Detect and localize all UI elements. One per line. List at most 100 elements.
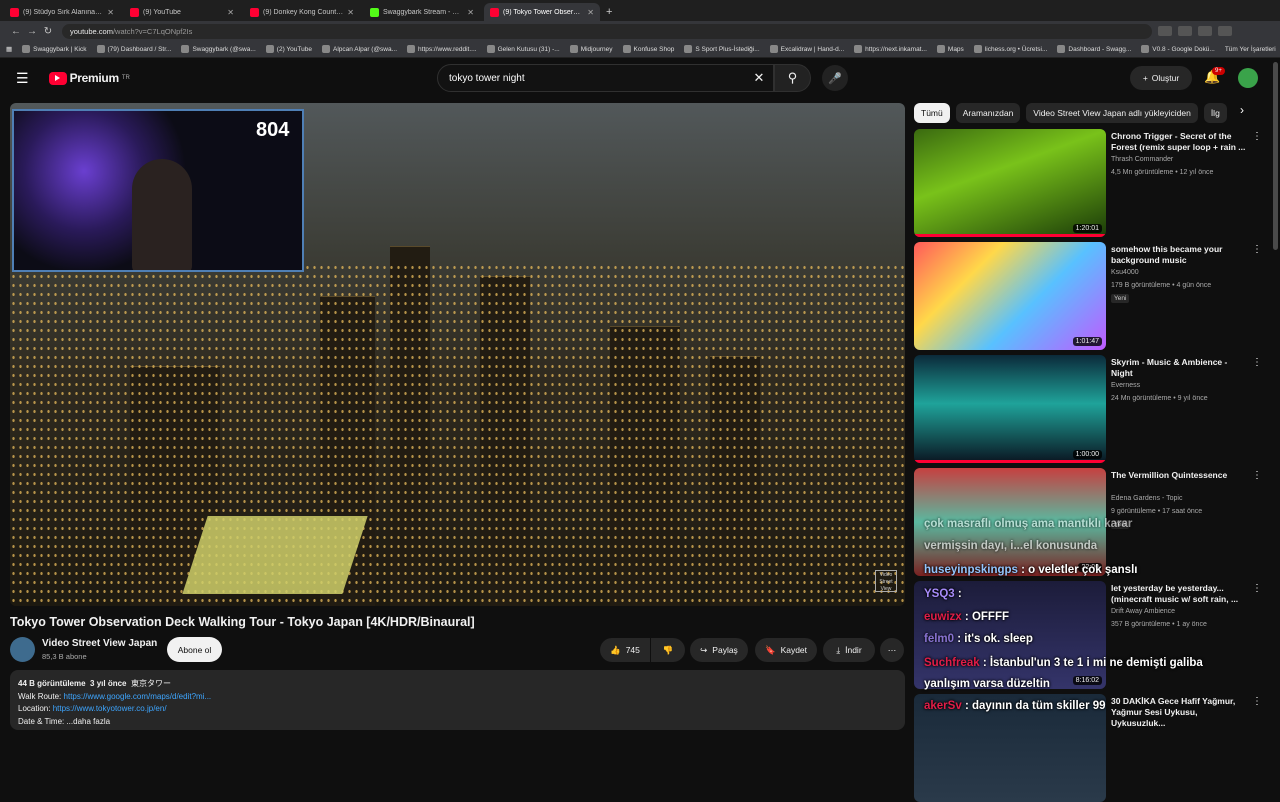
bookmark-item[interactable]: Dashboard - Swagg... <box>1057 45 1131 53</box>
recommendation-item[interactable]: 22:00 The Vermillion Quintessence Edena Ga… <box>914 468 1274 576</box>
bookmark-item[interactable]: Excalidraw | Hand-d... <box>769 45 844 53</box>
browser-tab[interactable]: Swaggybark Stream - Watch Li...✕ <box>364 3 480 21</box>
apps-icon[interactable]: ▦ <box>6 45 12 53</box>
bookmark-favicon-icon <box>321 45 330 53</box>
browser-tab-active[interactable]: (9) Tokyo Tower Observatio...✕ <box>484 3 600 21</box>
more-options-icon[interactable]: ⋮ <box>1252 470 1262 481</box>
video-thumbnail[interactable]: 1:00:00 <box>914 355 1106 463</box>
bookmark-item[interactable]: Gelen Kutusu (31) -... <box>486 45 560 53</box>
more-options-icon[interactable]: ⋮ <box>1252 357 1262 368</box>
clear-search-icon[interactable]: ✕ <box>745 70 773 86</box>
route-link[interactable]: https://www.google.com/maps/d/edit?mi... <box>64 692 212 701</box>
more-options-icon[interactable]: ⋮ <box>1252 131 1262 142</box>
chip-from-uploader[interactable]: Video Street View Japan adlı yükleyicide… <box>1026 103 1198 123</box>
close-tab-icon[interactable]: ✕ <box>107 8 114 17</box>
bookmark-item[interactable]: Maps <box>936 45 964 53</box>
account-avatar[interactable] <box>1238 68 1258 88</box>
recommendation-channel[interactable]: Drift Away Ambience <box>1111 608 1175 615</box>
recommendation-item[interactable]: 1:01:47 somehow this became your backgrou… <box>914 242 1274 350</box>
search-button[interactable]: ⚲ <box>774 64 811 92</box>
recommendation-channel[interactable]: Everness <box>1111 382 1140 389</box>
new-tab-button[interactable]: + <box>606 3 612 21</box>
chip-all[interactable]: Tümü <box>914 103 950 123</box>
all-bookmarks-folder[interactable]: Tüm Yer İşaretleri <box>1225 46 1276 53</box>
voice-search-button[interactable]: 🎤 <box>822 65 848 91</box>
watch-progress-bar <box>914 460 1106 463</box>
bookmark-item[interactable]: Alpcan Alpar (@swa... <box>321 45 397 53</box>
save-button[interactable]: 🔖 Kaydet <box>755 638 817 662</box>
recommendation-channel[interactable]: Ksu4000 <box>1111 269 1139 276</box>
recommendation-item[interactable]: 1:20:01 Chrono Trigger - Secret of the Fo… <box>914 129 1274 237</box>
more-options-icon[interactable]: ⋮ <box>1252 583 1262 594</box>
video-thumbnail[interactable]: 1:01:47 <box>914 242 1106 350</box>
recommendation-title[interactable]: Chrono Trigger - Secret of the Forest (r… <box>1111 131 1246 153</box>
bookmark-item[interactable]: Midjourney <box>569 45 613 53</box>
youtube-logo[interactable]: Premium TR <box>48 71 130 85</box>
description-box[interactable]: 44 B görüntüleme 3 yıl önce 東京タワー Walk R… <box>10 670 905 730</box>
search-input[interactable] <box>449 72 745 84</box>
close-tab-icon[interactable]: ✕ <box>347 8 354 17</box>
video-thumbnail[interactable]: 22:00 <box>914 468 1106 576</box>
channel-avatar[interactable] <box>10 637 35 662</box>
bookmark-item[interactable]: lichess.org • Ücretsi... <box>973 45 1047 53</box>
profile-icon[interactable] <box>1218 26 1232 36</box>
bookmark-item[interactable]: (79) Dashboard / Str... <box>96 45 171 53</box>
share-icon: ↪ <box>700 644 708 655</box>
extension-icon[interactable] <box>1198 26 1212 36</box>
chip-from-search[interactable]: Aramanızdan <box>955 103 1021 123</box>
chevron-right-icon[interactable]: › <box>1240 103 1244 117</box>
download-button[interactable]: ⤓ İndir <box>823 638 875 662</box>
video-thumbnail[interactable]: 1:20:01 <box>914 129 1106 237</box>
channel-name[interactable]: Video Street View Japan <box>42 638 157 649</box>
address-bar[interactable]: youtube.com/watch?v=C7LqONpf2Is <box>62 23 1152 39</box>
bookmark-item[interactable]: Swaggybark | Kick <box>22 45 87 53</box>
bookmark-item[interactable]: https://next.inkamat... <box>854 45 927 53</box>
bookmark-item[interactable]: Swaggybark (@swa... <box>181 45 256 53</box>
close-tab-icon[interactable]: ✕ <box>227 8 234 17</box>
video-thumbnail[interactable]: 8:16:02 <box>914 581 1106 689</box>
forward-icon[interactable]: → <box>24 26 40 37</box>
close-tab-icon[interactable]: ✕ <box>467 8 474 17</box>
close-tab-icon[interactable]: ✕ <box>587 8 594 17</box>
browser-tab[interactable]: (9) YouTube ✕ <box>124 3 240 21</box>
like-button[interactable]: 👍 745 <box>600 638 650 662</box>
create-button[interactable]: + Oluştur <box>1130 66 1192 90</box>
extension-icon[interactable] <box>1178 26 1192 36</box>
more-options-icon[interactable]: ⋮ <box>1252 696 1262 707</box>
duration-badge: 1:00:00 <box>1072 450 1102 459</box>
recommendation-title[interactable]: The Vermillion Quintessence <box>1111 470 1246 481</box>
recommendation-item[interactable]: 8:16:02 let yesterday be yesterday... (mi… <box>914 581 1274 689</box>
back-icon[interactable]: ← <box>8 26 24 37</box>
video-player[interactable]: 804 Video Street View <box>10 103 905 606</box>
browser-tab[interactable]: (9) Donkey Kong Country - ✕ <box>244 3 360 21</box>
recommendation-title[interactable]: somehow this became your background musi… <box>1111 244 1246 266</box>
chip-related[interactable]: İlg <box>1203 103 1227 123</box>
subscribe-button[interactable]: Abone ol <box>167 637 222 662</box>
reload-icon[interactable]: ↻ <box>40 26 56 37</box>
page-scrollbar[interactable] <box>1273 62 1278 250</box>
recommendation-channel[interactable]: Edena Gardens - Topic <box>1111 495 1182 502</box>
youtube-favicon-icon <box>490 7 499 17</box>
bookmark-item[interactable]: (2) YouTube <box>265 45 312 53</box>
location-link[interactable]: https://www.tokyotower.co.jp/en/ <box>53 704 167 713</box>
more-options-icon[interactable]: ⋮ <box>1252 244 1262 255</box>
recommendation-title[interactable]: Skyrim - Music & Ambience - Night <box>1111 357 1246 379</box>
menu-icon[interactable]: ☰ <box>16 70 29 87</box>
video-thumbnail[interactable] <box>914 694 1106 802</box>
bookmark-favicon-icon <box>96 45 105 53</box>
bookmark-item[interactable]: https://www.reddit.... <box>407 45 477 53</box>
share-button[interactable]: ↪ Paylaş <box>690 638 748 662</box>
recommendation-channel[interactable]: Thrash Commander <box>1111 156 1173 163</box>
recommendation-title[interactable]: 30 DAKİKA Gece Hafif Yağmur, Yağmur Sesi… <box>1111 696 1246 729</box>
recommendation-item[interactable]: 1:00:00 Skyrim - Music & Ambience - Night… <box>914 355 1274 463</box>
bookmark-item[interactable]: Konfuse Shop <box>622 45 674 53</box>
dislike-button[interactable]: 👎 <box>651 638 685 662</box>
recommendation-title[interactable]: let yesterday be yesterday... (minecraft… <box>1111 583 1246 605</box>
more-actions-button[interactable]: ⋯ <box>880 638 904 662</box>
bookmark-item[interactable]: S Sport Plus-İstediği... <box>684 45 760 53</box>
browser-tab[interactable]: (9) Stüdyo Sırk Alanına Döndü...✕ <box>4 3 120 21</box>
extension-icon[interactable] <box>1158 26 1172 36</box>
recommendation-item[interactable]: 30 DAKİKA Gece Hafif Yağmur, Yağmur Sesi… <box>914 694 1274 802</box>
bookmark-item[interactable]: V0.8 - Google Dokü... <box>1141 45 1215 53</box>
lit-sports-field <box>182 516 368 594</box>
